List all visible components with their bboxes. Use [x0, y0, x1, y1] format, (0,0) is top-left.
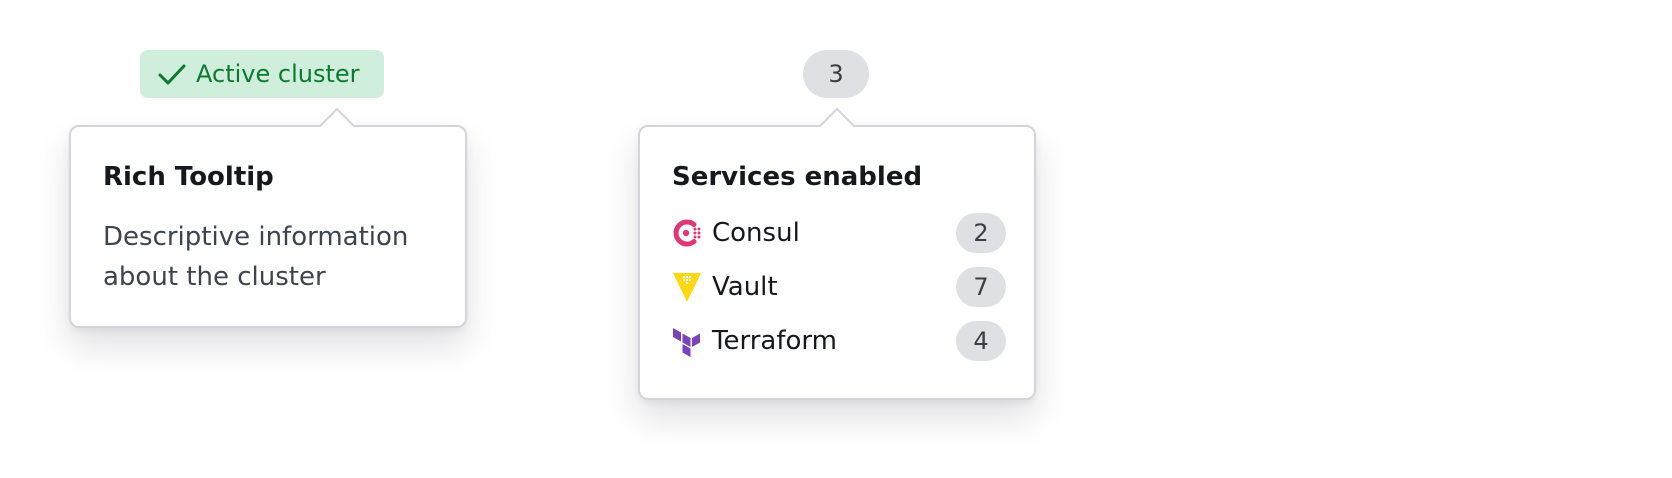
services-tooltip-title: Services enabled — [672, 162, 923, 192]
service-count-badge: 2 — [956, 213, 1006, 253]
service-name: Terraform — [712, 326, 837, 356]
tooltip-description: Descriptive information about the cluste… — [103, 222, 409, 292]
service-row-terraform: Terraform 4 — [672, 319, 1006, 363]
check-icon — [156, 58, 188, 90]
service-row-vault: Vault 7 — [672, 265, 1006, 309]
rich-tooltip: Rich Tooltip Descriptive information abo… — [69, 107, 467, 328]
service-row-consul: Consul 2 — [672, 211, 1006, 255]
service-name: Vault — [712, 272, 778, 302]
service-name: Consul — [712, 218, 800, 248]
service-count-badge: 7 — [956, 267, 1006, 307]
active-cluster-badge[interactable]: Active cluster — [140, 50, 384, 98]
services-tooltip: Services enabled Consul 2 Vault 7 Terraf… — [638, 107, 1036, 400]
canvas: Active cluster Rich Tooltip Descriptive … — [0, 0, 1672, 478]
tooltip-arrow — [318, 107, 356, 145]
services-count-badge[interactable]: 3 — [803, 50, 869, 98]
vault-icon — [672, 271, 702, 303]
terraform-icon — [672, 325, 702, 357]
consul-icon — [672, 217, 702, 249]
tooltip-arrow — [818, 107, 856, 145]
service-count-badge: 4 — [956, 321, 1006, 361]
active-cluster-label: Active cluster — [196, 60, 360, 88]
tooltip-title: Rich Tooltip — [103, 162, 274, 192]
